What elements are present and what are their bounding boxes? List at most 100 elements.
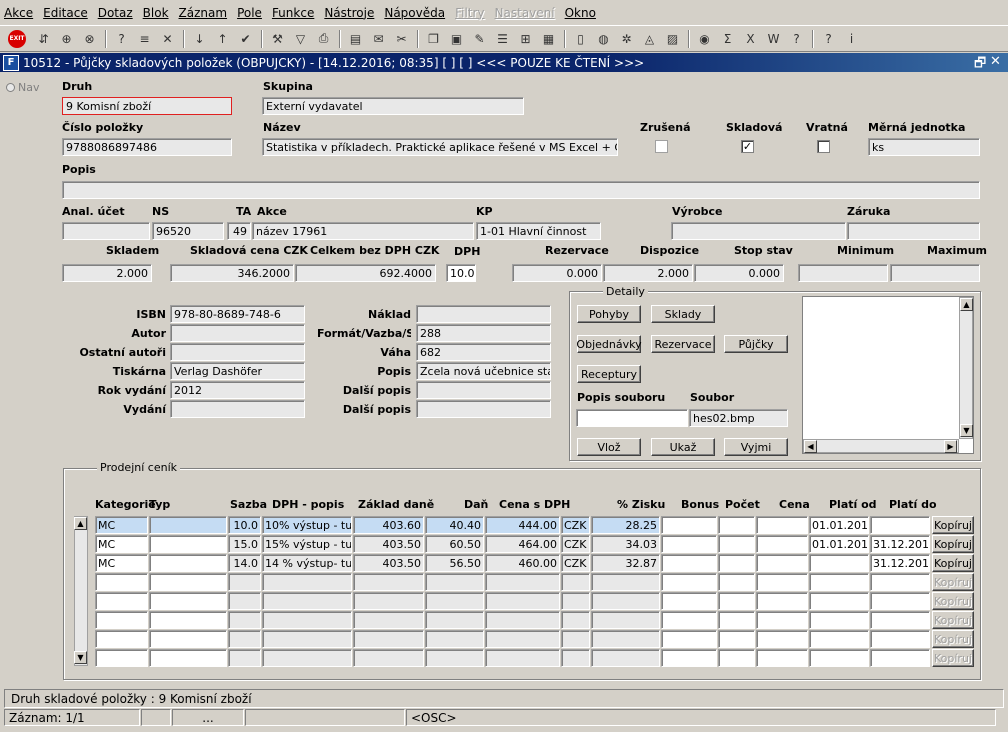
whatis-icon[interactable]: ? — [819, 29, 838, 48]
tree-icon[interactable]: ⊞ — [516, 29, 535, 48]
table-cell[interactable] — [718, 535, 755, 553]
vloz-button[interactable]: Vlož — [577, 438, 641, 456]
clipboard-icon[interactable]: ▦ — [539, 29, 558, 48]
rezervace-button[interactable]: Rezervace — [651, 335, 715, 353]
table-cell[interactable]: 40.40 — [425, 516, 484, 534]
table-cell[interactable]: 34.03 — [591, 535, 660, 553]
table-cell[interactable] — [756, 535, 808, 553]
table-cell[interactable] — [353, 630, 424, 648]
field-rezervace[interactable]: 0.000 — [512, 264, 602, 282]
table-cell[interactable] — [228, 611, 261, 629]
table-cell[interactable] — [561, 573, 590, 591]
table-cell[interactable]: 14 % výstup- tuzemsko — [262, 554, 352, 572]
field-naklad[interactable] — [416, 305, 551, 323]
kopiruj-button[interactable]: Kopíruj — [932, 535, 974, 553]
mail-icon[interactable]: ✉ — [369, 29, 388, 48]
field-druh[interactable]: 9 Komisní zboží — [62, 97, 232, 115]
table-cell[interactable]: 444.00 — [485, 516, 560, 534]
field-merna-jednotka[interactable]: ks — [868, 138, 980, 156]
field-tiskarna[interactable]: Verlag Dashöfer — [170, 362, 305, 380]
table-cell[interactable] — [262, 592, 352, 610]
scroll-right-icon[interactable]: ▶ — [944, 440, 957, 453]
menu-zaznam[interactable]: Záznam — [179, 6, 228, 20]
table-cell[interactable]: CZK — [561, 535, 590, 553]
table-cell[interactable] — [262, 573, 352, 591]
table-cell[interactable]: 60.50 — [425, 535, 484, 553]
field-anal-ucet[interactable] — [62, 222, 150, 240]
menu-dotaz[interactable]: Dotaz — [98, 6, 133, 20]
table-cell[interactable] — [718, 554, 755, 572]
word-icon[interactable]: W — [764, 29, 783, 48]
excel-icon[interactable]: X — [741, 29, 760, 48]
table-cell[interactable]: 14.0 — [228, 554, 261, 572]
commit-icon[interactable]: ✔ — [236, 29, 255, 48]
table-cell[interactable] — [228, 649, 261, 667]
table-cell[interactable]: 10% výstup - tuzemsko — [262, 516, 352, 534]
table-cell[interactable] — [809, 573, 869, 591]
table-cell[interactable]: 403.50 — [353, 554, 424, 572]
table-cell[interactable] — [149, 611, 227, 629]
table-cell[interactable]: 10.0 — [228, 516, 261, 534]
table-cell[interactable] — [353, 649, 424, 667]
table-cell[interactable]: 31.12.2014 — [870, 535, 930, 553]
table-cell[interactable] — [95, 649, 148, 667]
menu-pole[interactable]: Pole — [237, 6, 262, 20]
table-cell[interactable]: 01.01.2015 — [809, 516, 869, 534]
table-cell[interactable] — [809, 554, 869, 572]
image-vscrollbar[interactable] — [959, 297, 973, 439]
field-cislo-polozky[interactable]: 9788086897486 — [62, 138, 232, 156]
table-vscrollbar[interactable] — [74, 516, 88, 666]
paste-icon[interactable]: ▣ — [447, 29, 466, 48]
print-preview-icon[interactable]: ▤ — [346, 29, 365, 48]
field-vydani[interactable] — [170, 400, 305, 418]
table-cell[interactable] — [661, 535, 717, 553]
table-cell[interactable] — [425, 611, 484, 629]
kopiruj-button[interactable]: Kopíruj — [932, 516, 974, 534]
table-cell[interactable] — [228, 592, 261, 610]
table-cell[interactable] — [591, 649, 660, 667]
table-cell[interactable]: 403.60 — [353, 516, 424, 534]
pohyby-button[interactable]: Pohyby — [577, 305, 641, 323]
table-cell[interactable] — [756, 649, 808, 667]
table-cell[interactable] — [809, 592, 869, 610]
field-ns[interactable]: 96520 — [152, 222, 224, 240]
table-cell[interactable] — [661, 630, 717, 648]
menu-okno[interactable]: Okno — [565, 6, 596, 20]
field-ta[interactable]: 49 — [227, 222, 251, 240]
field-skupina[interactable]: Externí vydavatel — [262, 97, 524, 115]
pujcky-button[interactable]: Půjčky — [724, 335, 788, 353]
table-cell[interactable] — [718, 516, 755, 534]
checkbox-skladova[interactable]: ✓ — [741, 140, 754, 153]
chart-icon[interactable]: ▨ — [663, 29, 682, 48]
field-vaha[interactable]: 682 — [416, 343, 551, 361]
table-cell[interactable] — [591, 611, 660, 629]
field-akce[interactable]: název 17961 — [252, 222, 474, 240]
table-cell[interactable]: CZK — [561, 516, 590, 534]
table-cell[interactable] — [718, 649, 755, 667]
table-cell[interactable] — [149, 516, 227, 534]
field-skladova-cena[interactable]: 346.2000 — [170, 264, 294, 282]
table-cell[interactable] — [809, 611, 869, 629]
table-cell[interactable] — [95, 592, 148, 610]
table-cell[interactable]: 15.0 — [228, 535, 261, 553]
sort-asc-icon[interactable]: ↓ — [190, 29, 209, 48]
table-cell[interactable] — [870, 630, 930, 648]
field-popis-souboru[interactable] — [576, 409, 688, 427]
table-cell[interactable] — [149, 592, 227, 610]
sort-desc-icon[interactable]: ↑ — [213, 29, 232, 48]
ukaz-button[interactable]: Ukaž — [651, 438, 715, 456]
copy-icon[interactable]: ❐ — [424, 29, 443, 48]
receptury-button[interactable]: Receptury — [577, 365, 641, 383]
cut-icon[interactable]: ✂ — [392, 29, 411, 48]
table-cell[interactable] — [262, 611, 352, 629]
field-maximum[interactable] — [890, 264, 980, 282]
menu-nastaveni[interactable]: Nastavení — [495, 6, 555, 20]
table-cell[interactable] — [809, 649, 869, 667]
table-cell[interactable] — [661, 611, 717, 629]
table-cell[interactable] — [870, 611, 930, 629]
table-cell[interactable] — [149, 649, 227, 667]
info-icon[interactable]: i — [842, 29, 861, 48]
table-cell[interactable] — [718, 630, 755, 648]
kopiruj-button[interactable]: Kopíruj — [932, 592, 974, 610]
table-cell[interactable] — [228, 630, 261, 648]
